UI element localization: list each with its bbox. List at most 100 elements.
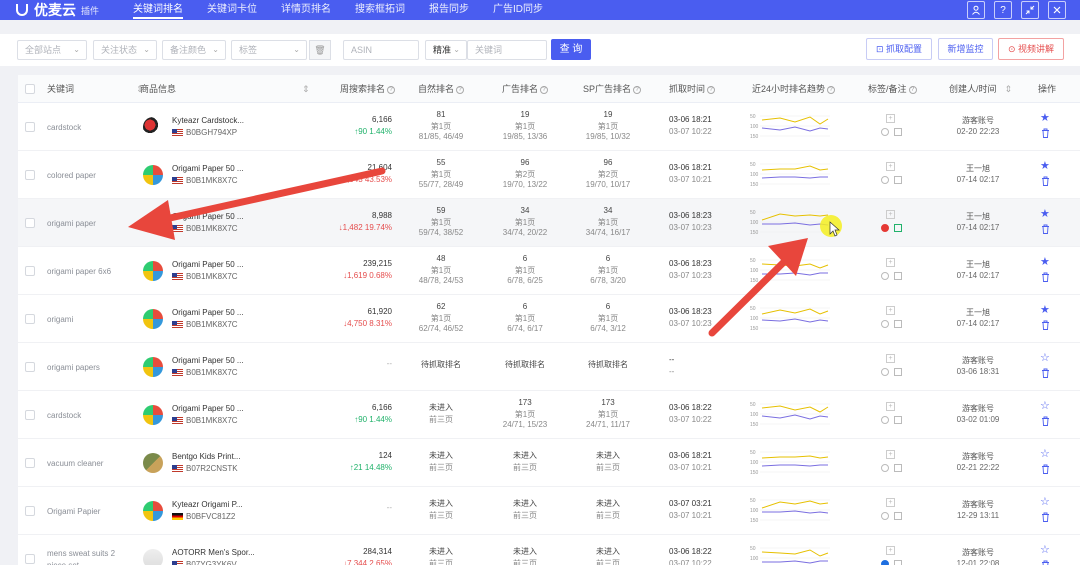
star-filled-icon[interactable]: ★ [1040,207,1050,220]
star-outline-icon[interactable]: ☆ [1040,447,1050,460]
product-asin[interactable]: B0B1MK8X7C [172,320,238,329]
product-asin[interactable]: B0B1MK8X7C [172,416,238,425]
trend-sparkline[interactable]: 50 100 150 [750,160,830,188]
product-thumbnail[interactable] [143,549,163,565]
note-icon[interactable] [894,560,902,565]
note-color-icon[interactable] [881,416,889,424]
delete-icon[interactable] [1041,272,1050,284]
note-icon[interactable] [894,464,902,472]
star-outline-icon[interactable]: ☆ [1040,495,1050,508]
note-color-icon[interactable] [881,176,889,184]
header-fetch-time[interactable]: 抓取时间? [669,75,716,103]
star-outline-icon[interactable]: ☆ [1040,399,1050,412]
keyword-input[interactable]: 关键词 [467,40,547,60]
note-color-icon[interactable] [881,128,889,136]
note-color-icon[interactable] [881,368,889,376]
table-row[interactable]: cardstock Kyteazr Cardstock... B0BGH794X… [18,103,1080,151]
trend-sparkline[interactable]: 50 100 150 [750,304,830,332]
add-tag-icon[interactable]: + [886,498,895,507]
product-asin[interactable]: B0B1MK8X7C [172,224,238,233]
product-thumbnail[interactable] [143,501,163,521]
header-keyword[interactable]: 关键词 ⇕ [47,75,144,103]
delete-icon[interactable] [1041,464,1050,476]
row-checkbox[interactable] [25,218,35,228]
add-tag-icon[interactable]: + [886,306,895,315]
product-thumbnail[interactable] [143,405,163,425]
product-title[interactable]: Origami Paper 50 ... [172,308,244,317]
user-icon[interactable] [967,1,985,19]
asin-input[interactable]: ASIN [343,40,419,60]
note-color-icon[interactable] [881,320,889,328]
row-checkbox[interactable] [25,458,35,468]
table-row[interactable]: mens sweat suits 2 piece set AOTORR Men'… [18,535,1080,565]
row-checkbox[interactable] [25,554,35,564]
product-asin[interactable]: B0BFVC81Z2 [172,512,235,521]
nav-ad-id-sync[interactable]: 广告ID同步 [493,0,543,20]
delete-icon[interactable] [1041,368,1050,380]
delete-icon[interactable] [1041,416,1050,428]
nav-keyword-position[interactable]: 关键词卡位 [207,0,257,20]
delete-icon[interactable] [1041,320,1050,332]
site-select[interactable]: 全部站点 ⌄ [17,40,87,60]
product-title[interactable]: Kyteazr Cardstock... [172,116,244,125]
note-color-icon[interactable] [881,512,889,520]
table-row[interactable]: colored paper Origami Paper 50 ... B0B1M… [18,151,1080,199]
collapse-icon[interactable] [1021,1,1039,19]
add-tag-icon[interactable]: + [886,114,895,123]
note-color-icon[interactable] [881,224,889,232]
header-product[interactable]: 商品信息 ⇕ [140,75,310,103]
row-checkbox[interactable] [25,410,35,420]
note-icon[interactable] [894,368,902,376]
select-all-checkbox[interactable] [25,84,35,94]
header-natural-rank[interactable]: 自然排名? [418,75,465,103]
product-title[interactable]: Origami Paper 50 ... [172,356,244,365]
trend-sparkline[interactable]: 50 100 150 [750,448,830,476]
add-tag-icon[interactable]: + [886,354,895,363]
star-outline-icon[interactable]: ☆ [1040,351,1050,364]
trend-sparkline[interactable]: 50 100 150 [750,496,830,524]
add-tag-icon[interactable]: + [886,546,895,555]
product-title[interactable]: Kyteazr Origami P... [172,500,243,509]
add-tag-icon[interactable]: + [886,162,895,171]
star-filled-icon[interactable]: ★ [1040,303,1050,316]
follow-status-select[interactable]: 关注状态 ⌄ [93,40,157,60]
product-thumbnail[interactable] [143,117,163,137]
product-asin[interactable]: B07YG3YK6V [172,560,237,565]
product-title[interactable]: Bentgo Kids Print... [172,452,240,461]
header-ad-rank[interactable]: 广告排名? [502,75,549,103]
table-row[interactable]: origami papers Origami Paper 50 ... B0B1… [18,343,1080,391]
product-thumbnail[interactable] [143,357,163,377]
product-asin[interactable]: B0BGH794XP [172,128,237,137]
note-icon[interactable] [894,320,902,328]
note-icon[interactable] [894,224,902,232]
product-title[interactable]: AOTORR Men's Spor... [172,548,255,557]
row-checkbox[interactable] [25,506,35,516]
product-asin[interactable]: B07R2CNSTK [172,464,238,473]
product-thumbnail[interactable] [143,261,163,281]
delete-icon[interactable] [1041,128,1050,140]
nav-detail-rank[interactable]: 详情页排名 [281,0,331,20]
help-icon[interactable]: ? [994,1,1012,19]
note-icon[interactable] [894,512,902,520]
table-row[interactable]: cardstock Origami Paper 50 ... B0B1MK8X7… [18,391,1080,439]
product-title[interactable]: Origami Paper 50 ... [172,164,244,173]
nav-keyword-rank[interactable]: 关键词排名 [133,0,184,20]
delete-icon[interactable] [1041,512,1050,524]
product-title[interactable]: Origami Paper 50 ... [172,404,244,413]
note-color-icon[interactable] [881,464,889,472]
trend-sparkline[interactable]: 50 100 150 [750,400,830,428]
nav-search-expand[interactable]: 搜索框拓词 [355,0,405,20]
product-asin[interactable]: B0B1MK8X7C [172,176,238,185]
product-asin[interactable]: B0B1MK8X7C [172,272,238,281]
add-tag-icon[interactable]: + [886,402,895,411]
product-title[interactable]: Origami Paper 50 ... [172,212,244,221]
note-icon[interactable] [894,128,902,136]
table-row[interactable]: origami paper Origami Paper 50 ... B0B1M… [18,199,1080,247]
delete-icon[interactable] [1041,560,1050,565]
note-color-icon[interactable] [881,272,889,280]
clear-tag-button[interactable]: 🗑 [309,40,331,60]
fetch-config-button[interactable]: ⊡ 抓取配置 [866,38,932,60]
row-checkbox[interactable] [25,266,35,276]
row-checkbox[interactable] [25,314,35,324]
sort-icon[interactable]: ⇕ [302,84,310,94]
